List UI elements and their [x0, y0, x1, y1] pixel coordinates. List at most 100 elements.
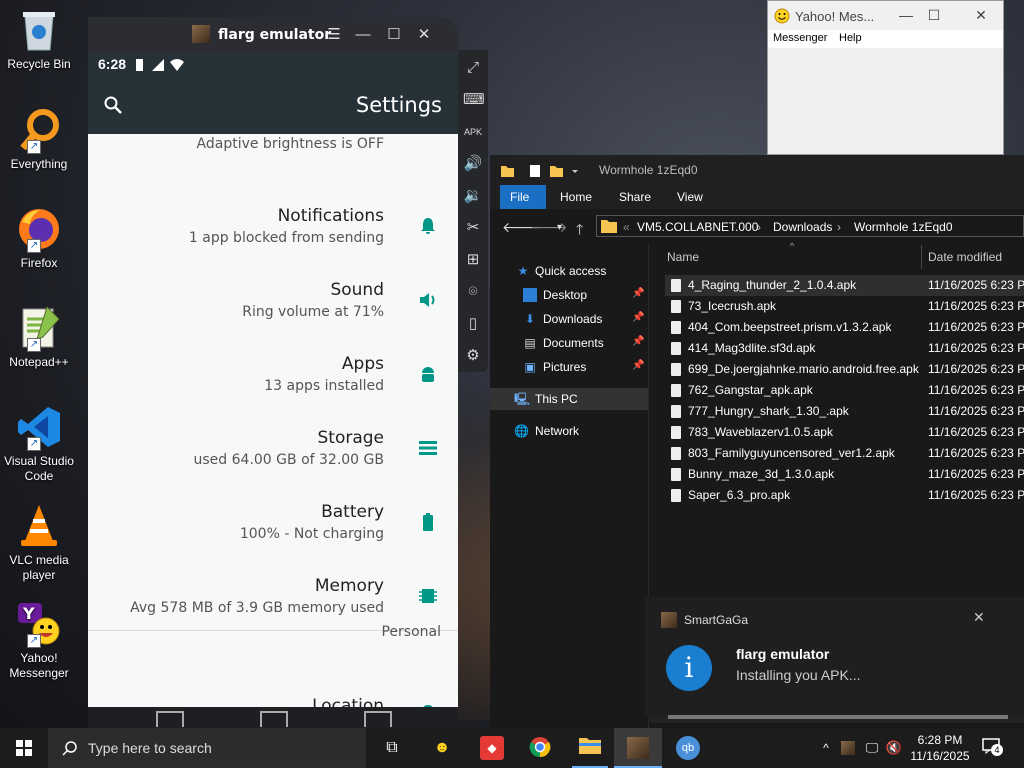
breadcrumb-overflow-icon[interactable]: «: [623, 220, 630, 234]
up-arrow-icon[interactable]: 🡑: [576, 219, 583, 243]
volume-down-icon[interactable]: 🔉: [463, 186, 483, 206]
desktop-icon-notepadpp[interactable]: ↗ Notepad++: [0, 304, 78, 370]
nav-downloads[interactable]: ⬇ Downloads 📌: [490, 308, 648, 330]
desktop-icon-everything[interactable]: ↗ Everything: [0, 106, 78, 172]
nav-this-pc[interactable]: 🖳 This PC: [490, 388, 648, 410]
desktop-icon-recycle-bin[interactable]: Recycle Bin: [0, 6, 78, 72]
desktop-icon-vlc[interactable]: VLC media player: [0, 502, 78, 583]
settings-item-apps[interactable]: Apps 13 apps installed: [88, 328, 458, 398]
scrollbar-thumb[interactable]: [668, 715, 1008, 719]
breadcrumb-item[interactable]: Wormhole 1zEqd0: [854, 220, 953, 234]
file-row[interactable]: 783_Waveblazerv1.0.5.apk 11/16/2025 6:23 …: [665, 422, 1024, 443]
yahoo-messenger-window[interactable]: Yahoo! Mes... — ☐ ✕ Messenger Help: [767, 0, 1004, 155]
back-button[interactable]: [156, 711, 184, 727]
maximize-icon[interactable]: ☐: [384, 25, 404, 45]
column-header-date[interactable]: Date modified: [928, 250, 1002, 264]
breadcrumb-separator-icon[interactable]: ›: [757, 220, 761, 234]
settings-item-subtitle: 100% - Not charging: [239, 526, 384, 542]
settings-item-title: Storage: [317, 428, 384, 448]
search-icon[interactable]: [104, 96, 122, 114]
show-hidden-icons-chevron[interactable]: ^: [814, 736, 838, 760]
network-tray-icon[interactable]: 🖵: [860, 736, 884, 760]
tab-share[interactable]: Share: [619, 190, 651, 204]
desktop-icon-firefox[interactable]: ↗ Firefox: [0, 205, 78, 271]
chrome-taskbar-icon[interactable]: [528, 736, 552, 760]
nav-network[interactable]: 🌐 Network: [490, 420, 648, 442]
yahoo-taskbar-icon[interactable]: ☻: [430, 736, 454, 760]
shake-icon[interactable]: ▯: [463, 314, 483, 334]
emulator-taskbar-button[interactable]: [614, 728, 662, 768]
desktop-icon-vscode[interactable]: ↗ Visual Studio Code: [0, 403, 78, 484]
tab-view[interactable]: View: [677, 190, 703, 204]
column-separator[interactable]: [921, 245, 922, 269]
tab-home[interactable]: Home: [560, 190, 592, 204]
nav-desktop[interactable]: Desktop 📌: [490, 284, 648, 306]
file-row[interactable]: 803_Familyguyuncensored_ver1.2.apk 11/16/…: [665, 443, 1024, 464]
emulator-window[interactable]: flarg emulator ☰ — ☐ ✕ 6:28 Settings Ada…: [88, 17, 458, 729]
maximize-icon[interactable]: ☐: [920, 5, 948, 25]
task-view-icon[interactable]: ⧉: [380, 736, 404, 760]
menu-messenger[interactable]: Messenger: [773, 32, 827, 44]
scissors-icon[interactable]: ✂: [463, 218, 483, 238]
settings-item-display[interactable]: Adaptive brightness is OFF ◆: [88, 134, 458, 184]
notification-toast[interactable]: SmartGaGa ✕ i flarg emulator Installing …: [645, 597, 1024, 715]
keyboard-icon[interactable]: ⌨: [463, 90, 485, 110]
settings-item-location[interactable]: Location: [88, 666, 458, 707]
breadcrumb-item[interactable]: VM5.COLLABNET.000: [637, 220, 758, 234]
address-bar[interactable]: « VM5.COLLABNET.000 › Downloads › Wormho…: [596, 215, 1024, 237]
emulator-tray-icon[interactable]: [841, 741, 855, 755]
volume-muted-tray-icon[interactable]: 🔇: [882, 736, 906, 760]
settings-item-sound[interactable]: Sound Ring volume at 71%: [88, 254, 458, 324]
file-row[interactable]: 777_Hungry_shark_1.30_.apk 11/16/2025 6:2…: [665, 401, 1024, 422]
navigation-pane[interactable]: ★ Quick access Desktop 📌 ⬇ Downloads 📌 ▤…: [490, 255, 648, 728]
close-icon[interactable]: ✕: [414, 25, 434, 45]
minimize-icon[interactable]: —: [353, 25, 373, 45]
settings-item-memory[interactable]: Memory Avg 578 MB of 3.9 GB memory used: [88, 550, 458, 620]
apk-install-icon[interactable]: APK: [463, 122, 483, 142]
file-row[interactable]: 762_Gangstar_apk.apk 11/16/2025 6:23 PM: [665, 380, 1024, 401]
qbittorrent-taskbar-icon[interactable]: qb: [676, 736, 700, 760]
breadcrumb-separator-icon[interactable]: ›: [837, 220, 841, 234]
nav-documents[interactable]: ▤ Documents 📌: [490, 332, 648, 354]
notification-center-icon[interactable]: 4: [982, 738, 1003, 756]
column-header-name[interactable]: Name: [667, 250, 699, 264]
settings-item-storage[interactable]: Storage used 64.00 GB of 32.00 GB: [88, 402, 458, 472]
file-row[interactable]: 414_Mag3dlite.sf3d.apk 11/16/2025 6:23 PM: [665, 338, 1024, 359]
file-row[interactable]: Saper_6.3_pro.apk 11/16/2025 6:23 PM: [665, 485, 1024, 506]
pictures-icon: ▣: [524, 360, 536, 374]
add-window-icon[interactable]: ⊞: [463, 250, 483, 270]
file-row[interactable]: 4_Raging_thunder_2_1.0.4.apk 11/16/2025 6…: [665, 275, 1024, 296]
file-icon: [671, 363, 681, 376]
nav-quick-access[interactable]: ★ Quick access: [490, 260, 648, 282]
settings-list[interactable]: Adaptive brightness is OFF ◆ Notificatio…: [88, 134, 458, 707]
close-icon[interactable]: ✕: [973, 609, 985, 626]
settings-item-notifications[interactable]: Notifications 1 app blocked from sending: [88, 180, 458, 250]
nav-pictures[interactable]: ▣ Pictures 📌: [490, 356, 648, 378]
file-row[interactable]: Bunny_maze_3d_1.3.0.apk 11/16/2025 6:23 P…: [665, 464, 1024, 485]
file-row[interactable]: 73_Icecrush.apk 11/16/2025 6:23 PM: [665, 296, 1024, 317]
windows-start-icon[interactable]: [16, 740, 32, 756]
settings-gear-icon[interactable]: ⚙: [463, 346, 483, 366]
fullscreen-icon[interactable]: ⤢: [463, 58, 483, 78]
minimize-icon[interactable]: —: [892, 5, 920, 25]
breadcrumb-item[interactable]: Downloads: [773, 220, 832, 234]
anydesk-taskbar-icon[interactable]: ◆: [480, 736, 504, 760]
settings-item-battery[interactable]: Battery 100% - Not charging: [88, 476, 458, 546]
file-explorer-taskbar-icon[interactable]: [578, 736, 602, 760]
tab-file-label[interactable]: File: [510, 190, 529, 204]
menu-help[interactable]: Help: [839, 32, 862, 44]
location-icon[interactable]: ⌾: [463, 282, 483, 302]
menu-icon[interactable]: ☰: [324, 25, 344, 45]
emulator-titlebar[interactable]: flarg emulator ☰ — ☐ ✕: [88, 17, 458, 53]
home-button[interactable]: [260, 711, 288, 727]
explorer-titlebar[interactable]: Wormhole 1zEqd0: [490, 155, 1024, 185]
recents-button[interactable]: [364, 711, 392, 727]
volume-up-icon[interactable]: 🔊: [463, 154, 483, 174]
file-row[interactable]: 699_De.joergjahnke.mario.android.free.ap…: [665, 359, 1024, 380]
recent-locations-chevron-icon[interactable]: ▾: [557, 222, 562, 233]
close-icon[interactable]: ✕: [967, 5, 995, 25]
file-row[interactable]: 404_Com.beepstreet.prism.v1.3.2.apk 11/16…: [665, 317, 1024, 338]
desktop-icon-yahoo-messenger[interactable]: Y ↗ Yahoo! Messenger: [0, 600, 78, 681]
taskbar-clock[interactable]: 6:28 PM 11/16/2025: [905, 732, 975, 764]
taskbar-search-box[interactable]: Type here to search: [48, 728, 366, 768]
